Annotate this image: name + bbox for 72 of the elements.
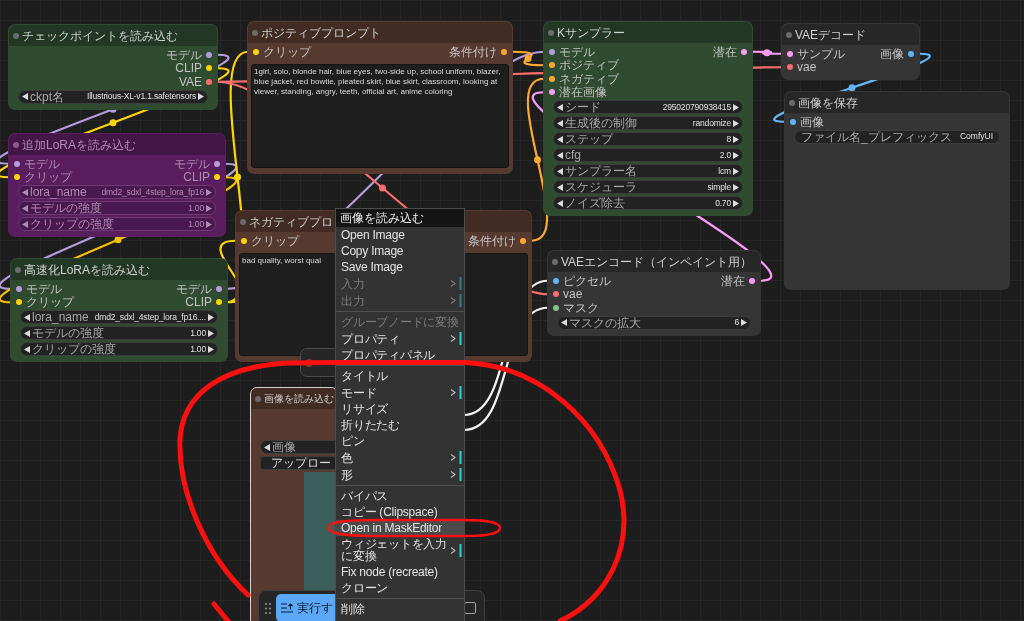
slot-label: 潜在画像: [559, 86, 607, 99]
node-title: VAEエンコード（インペイント用）: [561, 255, 753, 268]
node-title: 画像を読み込む: [264, 393, 334, 404]
slot-label: マスク: [563, 301, 599, 314]
widget-value: dmd2_sdxl_4step_lora_fp16: [101, 187, 204, 197]
widget-value: 295020790938415: [662, 102, 731, 112]
widget-label: スケジューラ: [565, 181, 637, 193]
widget-value: 6: [734, 318, 739, 327]
slot-label: モデル: [24, 157, 60, 170]
widget-label: ファイル名_プレフィックス: [801, 130, 952, 143]
slot-label: 潜在: [713, 45, 737, 58]
node-title: ネガティブプロ: [249, 215, 333, 228]
slot-label: モデル: [174, 157, 210, 170]
slot-label: モデル: [26, 282, 62, 295]
widget-value: 8: [726, 134, 731, 144]
slot-label: vae: [563, 288, 583, 301]
widget-value: 1.00: [190, 344, 206, 354]
widget-value: lcm: [718, 166, 731, 176]
slot-label: サンプル: [797, 47, 845, 60]
slot-label: クリップ: [24, 171, 72, 184]
widget-label: サンプラー名: [565, 165, 637, 177]
node-title: Kサンプラー: [557, 26, 625, 39]
slot-label: 画像: [800, 115, 824, 128]
widget-label: ckpt名: [30, 90, 64, 103]
slot-label: クリップ: [26, 296, 74, 309]
slot-label: VAE: [178, 75, 202, 88]
widget-value: simple: [707, 182, 731, 192]
widget-value: randomize: [692, 118, 731, 128]
slot-label: 条件付け: [468, 234, 516, 247]
slot-label: クリップ: [251, 234, 299, 247]
widget-value: dmd2_sdxl_4step_lora_fp16....: [94, 312, 206, 322]
slot-label: ネガティブ: [559, 72, 619, 85]
widget-label: 生成後の制御: [565, 117, 637, 129]
menu-title: 画像を読み込む: [336, 209, 464, 227]
slot-label: クリップ: [263, 45, 311, 58]
widget-label: モデルの強度: [32, 327, 104, 339]
widget-value: 1.00: [188, 219, 204, 229]
slot-label: CLIP: [185, 296, 212, 309]
node-title: チェックポイントを読み込む: [22, 29, 178, 42]
widget-label: ノイズ除去: [565, 197, 625, 209]
widget-label: cfg: [565, 149, 581, 161]
widget-label: 画像: [272, 441, 296, 453]
slot-label: vae: [797, 61, 817, 74]
widget-label: シード: [565, 101, 601, 113]
slot-label: 画像: [880, 47, 904, 60]
widget-value: ComfyUI: [959, 132, 993, 141]
widget-value: 2.0: [719, 150, 731, 160]
widget-label: ステップ: [565, 133, 613, 145]
widget-label: モデルの強度: [30, 202, 102, 214]
slot-label: モデル: [559, 45, 595, 58]
slot-label: 条件付け: [449, 45, 497, 58]
widget-label: クリップの強度: [32, 343, 116, 355]
slot-label: モデル: [176, 282, 212, 295]
widget-label: クリップの強度: [30, 218, 114, 230]
slot-label: 潜在: [721, 274, 745, 287]
slot-label: モデル: [166, 48, 202, 61]
node-title: 高速化LoRAを読み込む: [24, 263, 151, 276]
slot-label: ピクセル: [563, 274, 611, 287]
widget-label: lora_name: [32, 311, 89, 323]
node-title: 画像を保存: [798, 96, 858, 109]
widget-value: 1.00: [188, 203, 204, 213]
widget-value: 1.00: [190, 328, 206, 338]
slot-label: CLIP: [175, 62, 202, 75]
node-title: 追加LoRAを読み込む: [22, 138, 137, 151]
node-title: VAEデコード: [795, 28, 867, 41]
widget-value: Illustrious-XL-v1.1.safetensors: [86, 92, 196, 101]
widget-label: マスクの拡大: [569, 316, 641, 329]
widget-value: 0.70: [715, 198, 731, 208]
widget-label: lora_name: [30, 186, 87, 198]
slot-label: ポジティブ: [559, 59, 619, 72]
node-title: ポジティブプロンプト: [261, 26, 381, 39]
slot-label: CLIP: [183, 171, 210, 184]
